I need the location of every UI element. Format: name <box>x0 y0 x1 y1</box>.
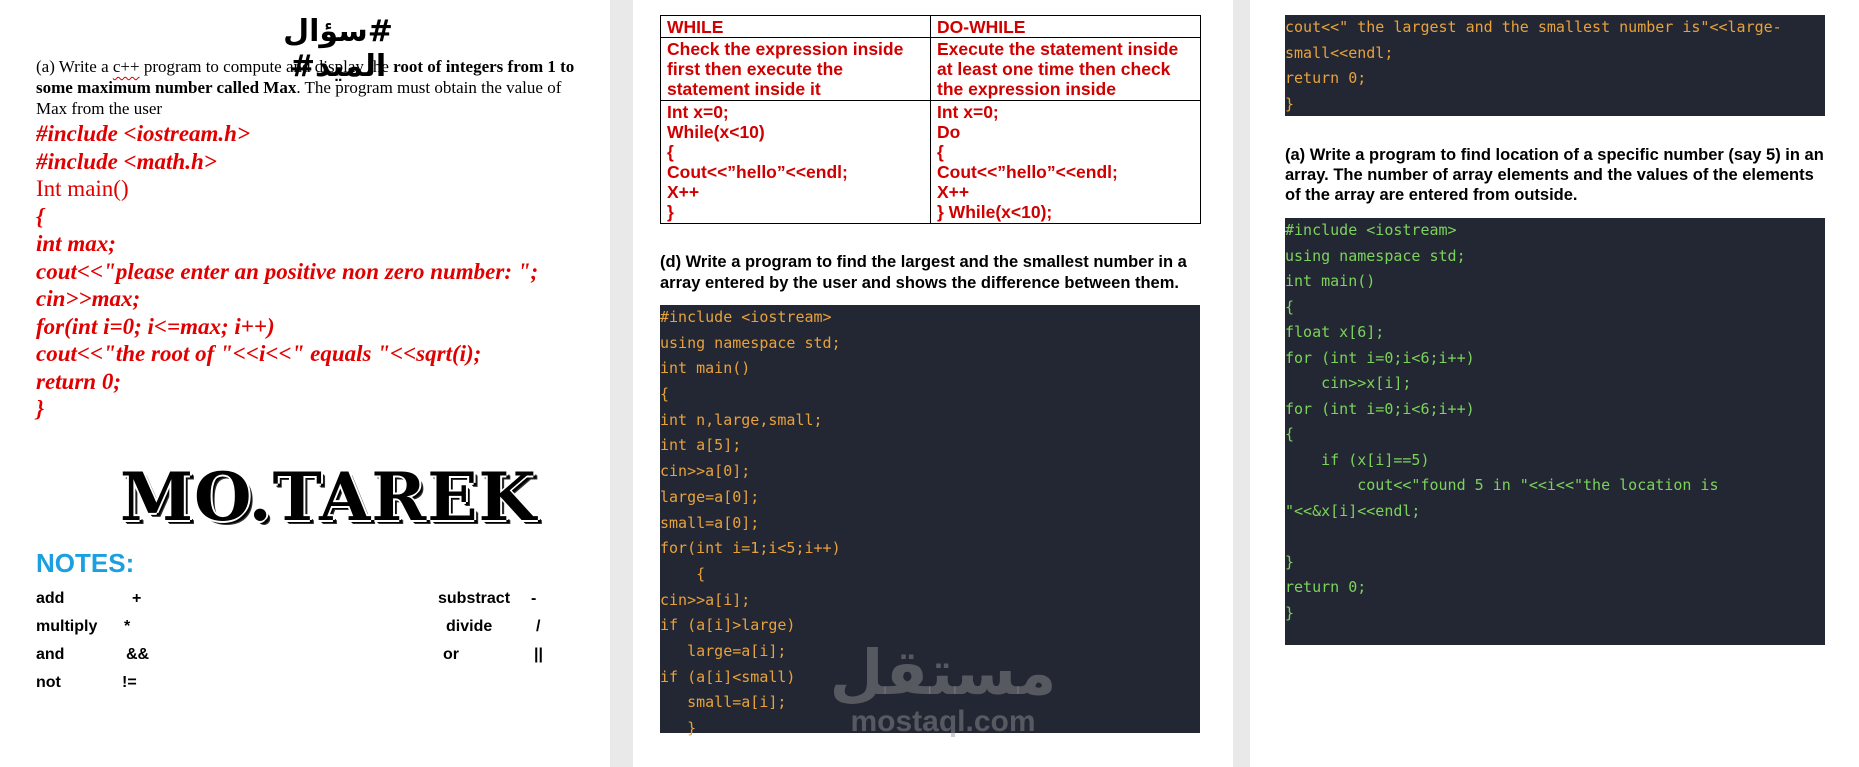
code-line: #include <iostream> <box>660 308 832 326</box>
code-line: int main() <box>1285 272 1376 290</box>
note-symbol: + <box>132 590 142 607</box>
code-line: { <box>660 385 670 404</box>
notes-title: NOTES: <box>36 548 135 578</box>
table-row: Check the expression inside first then e… <box>660 37 1201 101</box>
code-line: #include <iostream.h> <box>36 121 251 146</box>
watermark-latin: mostaql.com <box>850 705 1036 738</box>
question-text-part2: program to compute and display the <box>139 57 394 76</box>
code-line: cin>>a[i]; <box>660 590 751 609</box>
code-line: cin>>a[0]; <box>660 462 751 481</box>
code-line: int max; <box>36 231 116 256</box>
code-line: cin>>max; <box>36 286 141 311</box>
code-line: cout<<" the largest and the smallest num… <box>1285 18 1782 36</box>
while-dowhile-table: WHILE DO-WHILE Check the expression insi… <box>660 15 1201 224</box>
code-line: return 0; <box>36 368 121 394</box>
question-d-text: (d) Write a program to find the largest … <box>660 253 1187 292</box>
table-cell: Check the expression inside first then e… <box>660 37 931 101</box>
note-row: add + substract - <box>36 590 556 618</box>
note-label: and <box>36 646 65 663</box>
note-row: multiply * divide / <box>36 618 556 646</box>
code-line: { <box>1285 425 1295 443</box>
document-page-2: WHILE DO-WHILE Check the expression insi… <box>633 0 1233 767</box>
note-label: add <box>36 590 65 607</box>
code-line: #include <math.h> <box>36 148 217 174</box>
code-line: for(int i=0; i<=max; i++) <box>36 313 275 339</box>
note-symbol: && <box>126 646 150 663</box>
code-block-continuation: cout<<" the largest and the smallest num… <box>1285 15 1825 116</box>
code-line: using namespace std; <box>660 333 841 352</box>
red-code-block: #include <iostream.h> #include <math.h> … <box>36 120 596 423</box>
code-line: large=a[0]; <box>660 487 760 506</box>
mo-tarek-logo: MO.TAREK <box>120 458 537 536</box>
code-line: { <box>1285 297 1295 316</box>
code-line: cout<<"the root of "<<i<<" equals "<<sqr… <box>36 341 482 366</box>
note-label: not <box>36 674 61 691</box>
note-symbol: / <box>536 618 541 635</box>
code-line: } <box>1285 603 1295 622</box>
code-line: for(int i=1;i<5;i++) <box>660 539 841 558</box>
code-line: } <box>1285 94 1295 113</box>
code-line: using namespace std; <box>1285 246 1466 265</box>
note-row: not != <box>36 674 556 702</box>
note-label: multiply <box>36 618 98 635</box>
code-line: "<<&x[i]<<endl; <box>1285 501 1421 520</box>
code-line: } <box>1285 552 1295 571</box>
question-text-cpp: c++ <box>112 57 140 76</box>
code-line: for (int i=0;i<6;i++) <box>1285 399 1475 418</box>
code-line: for (int i=0;i<6;i++) <box>1285 348 1475 367</box>
question-a-text: (a) Write a c++ program to compute and d… <box>36 56 586 119</box>
table-header: DO-WHILE <box>930 15 1201 38</box>
code-line: cin>>x[i]; <box>1285 374 1412 392</box>
code-line: return 0; <box>1285 578 1367 596</box>
table-cell: Int x=0; Do { Cout<<”hello”<<endl; X++ }… <box>930 100 1201 224</box>
table-header: WHILE <box>660 15 931 38</box>
code-line: } <box>36 396 45 421</box>
code-line: float x[6]; <box>1285 323 1385 341</box>
document-page-1: #سؤال الميد# (a) Write a c++ program to … <box>0 0 610 767</box>
code-line: { <box>36 203 45 229</box>
note-symbol: - <box>531 590 537 607</box>
code-block-find-location: #include <iostream> using namespace std;… <box>1285 218 1825 645</box>
code-line: cout<<"found 5 in "<<i<<"the location is <box>1285 476 1719 494</box>
code-line: int n,large,small; <box>660 410 823 429</box>
table-cell: Int x=0; While(x<10) { Cout<<”hello”<<en… <box>660 100 931 224</box>
table-row: Int x=0; While(x<10) { Cout<<”hello”<<en… <box>660 100 1201 224</box>
question-a-array-text: (a) Write a program to find location of … <box>1285 146 1824 204</box>
watermark-arabic: مستقل <box>829 636 1057 709</box>
code-line: { <box>660 564 706 583</box>
code-line: return 0; <box>1285 69 1367 87</box>
code-line: cout<<"please enter an positive non zero… <box>36 258 539 284</box>
code-line: small<<endl; <box>1285 43 1394 62</box>
code-line: if (x[i]==5) <box>1285 450 1430 469</box>
note-symbol: != <box>122 674 137 691</box>
document-page-3: cout<<" the largest and the smallest num… <box>1250 0 1859 767</box>
note-symbol: || <box>534 646 543 663</box>
mostaql-watermark: مستقل mostaql.com <box>823 640 1063 738</box>
question-text-part1: (a) Write a <box>36 57 113 76</box>
note-row: and && or || <box>36 646 556 674</box>
code-line: int a[5]; <box>660 436 742 455</box>
note-label: substract <box>438 590 511 607</box>
note-label: or <box>443 646 459 663</box>
notes-list: add + substract - multiply * divide / an… <box>36 590 556 702</box>
table-cell: Execute the statement inside at least on… <box>930 37 1201 101</box>
code-line: int main() <box>660 359 751 378</box>
note-label: divide <box>446 618 493 635</box>
code-line: small=a[0]; <box>660 513 760 532</box>
code-line: Int main() <box>36 176 129 201</box>
code-line: #include <iostream> <box>1285 221 1457 239</box>
note-symbol: * <box>124 618 131 635</box>
